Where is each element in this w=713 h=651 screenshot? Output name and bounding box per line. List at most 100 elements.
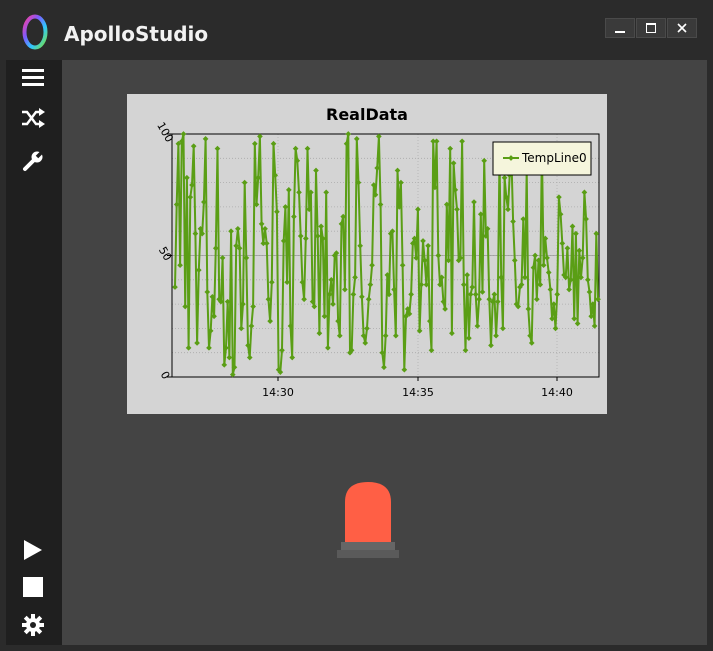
data-point: [248, 323, 255, 329]
data-point: [471, 199, 477, 205]
data-point: [408, 291, 414, 298]
x-tick-label: 14:40: [541, 386, 573, 399]
data-point: [462, 347, 469, 354]
title-bar: ApolloStudio: [0, 0, 713, 60]
tools-button[interactable]: [18, 146, 48, 176]
data-point: [263, 240, 270, 247]
data-point: [313, 167, 319, 174]
data-point: [552, 325, 559, 332]
data-point: [318, 223, 324, 230]
data-point: [569, 223, 576, 230]
data-point: [325, 345, 331, 351]
data-point: [399, 262, 406, 269]
data-point: [330, 301, 336, 307]
menu-icon: [22, 69, 44, 86]
apollo-logo-icon: [22, 14, 48, 50]
menu-button[interactable]: [18, 62, 48, 92]
data-point: [466, 335, 472, 341]
data-point: [274, 208, 280, 215]
data-point: [433, 138, 440, 145]
data-point: [547, 286, 554, 293]
data-point: [241, 179, 248, 186]
close-icon: [677, 23, 687, 33]
shuffle-button[interactable]: [18, 103, 48, 133]
chart-title: RealData: [326, 105, 408, 124]
data-point: [532, 252, 538, 259]
data-point: [394, 167, 401, 174]
play-button[interactable]: [18, 535, 48, 565]
data-point: [246, 354, 253, 361]
data-point: [202, 136, 209, 142]
data-point: [586, 289, 593, 295]
data-point: [469, 284, 476, 290]
data-point: [206, 345, 212, 351]
data-point: [554, 291, 561, 298]
data-point: [493, 332, 499, 339]
data-point: [500, 325, 506, 332]
close-button[interactable]: [667, 18, 697, 38]
data-point: [576, 247, 583, 254]
data-point: [393, 332, 399, 339]
main-content: RealData 0 50 100 14:30 14:35 14:40 TempLine0: [62, 60, 707, 645]
data-point: [304, 145, 311, 152]
data-point: [352, 274, 358, 281]
data-point: [528, 340, 535, 346]
line-chart: 05010014:30 14:35 14:40TempLine0: [154, 120, 601, 399]
data-point: [556, 194, 562, 201]
data-point: [545, 269, 552, 276]
data-point: [359, 293, 365, 300]
settings-button[interactable]: [18, 610, 48, 640]
data-point: [190, 143, 197, 149]
data-point: [311, 303, 318, 310]
data-point: [365, 296, 372, 303]
data-point: [442, 306, 448, 312]
shuffle-icon: [22, 108, 45, 128]
data-point: [172, 284, 178, 290]
data-point: [488, 342, 494, 349]
data-point: [221, 362, 228, 368]
data-point: [377, 201, 384, 208]
data-point: [476, 296, 482, 303]
settings-icon: [22, 614, 44, 636]
data-point: [491, 291, 498, 298]
data-point: [564, 245, 571, 252]
x-tick-label: 14:35: [402, 386, 434, 399]
data-point: [449, 330, 455, 337]
data-point: [238, 325, 245, 332]
data-point: [192, 230, 199, 237]
data-point: [297, 233, 304, 239]
stop-button[interactable]: [18, 572, 48, 602]
data-point: [180, 131, 187, 137]
data-point: [267, 318, 273, 324]
data-point: [289, 354, 296, 361]
data-point: [219, 255, 226, 261]
wrench-icon: [23, 150, 44, 171]
data-point: [353, 136, 360, 142]
y-tick-label: 0: [158, 369, 173, 382]
stop-icon: [23, 577, 43, 597]
play-icon: [24, 540, 42, 560]
data-point: [282, 204, 289, 210]
data-point: [574, 320, 581, 327]
data-point: [342, 286, 348, 293]
data-point: [185, 345, 192, 351]
data-point: [459, 138, 465, 145]
data-point: [494, 298, 501, 305]
data-point: [214, 145, 221, 152]
data-point: [428, 347, 435, 354]
data-point: [511, 257, 518, 264]
data-point: [454, 206, 460, 213]
data-point: [302, 235, 309, 242]
data-point: [367, 281, 374, 288]
data-point: [177, 262, 183, 269]
minimize-button[interactable]: [605, 18, 635, 38]
data-point: [292, 145, 299, 152]
data-point: [270, 140, 277, 147]
maximize-button[interactable]: [636, 18, 666, 38]
data-point: [505, 206, 511, 213]
data-point: [336, 332, 343, 339]
data-point: [573, 230, 579, 237]
data-point: [357, 242, 363, 249]
data-point: [301, 296, 307, 303]
data-point: [350, 291, 357, 298]
